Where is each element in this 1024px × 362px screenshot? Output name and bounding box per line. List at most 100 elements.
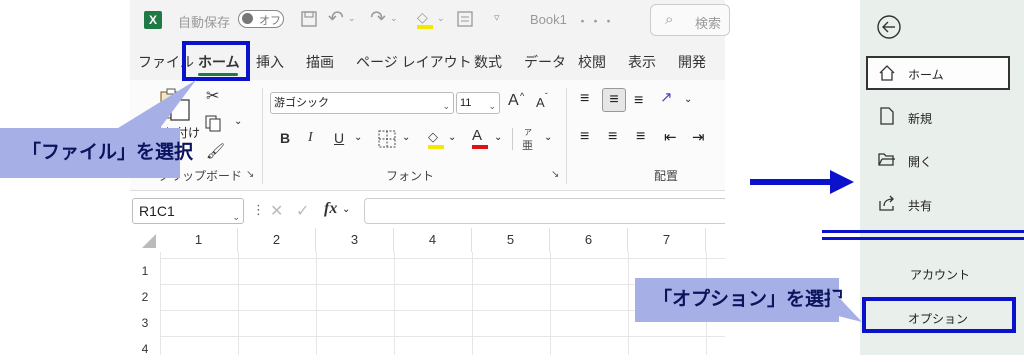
- enter-icon[interactable]: ✓: [296, 201, 309, 221]
- autosave-toggle[interactable]: オフ: [238, 10, 284, 28]
- group-divider: [262, 88, 263, 184]
- insert-function-button[interactable]: fx: [324, 200, 337, 218]
- fill-color-quick-icon[interactable]: ◇: [417, 9, 433, 29]
- backstage-item-account[interactable]: アカウント: [866, 256, 1010, 290]
- save-icon[interactable]: [300, 10, 318, 28]
- backstage-item-open[interactable]: 開く: [866, 143, 1010, 177]
- column-header[interactable]: 6: [550, 228, 628, 252]
- grid-line: [550, 252, 551, 355]
- divider-line: [822, 237, 1024, 240]
- font-name-value: 游ゴシック: [274, 97, 329, 109]
- backstage-item-new[interactable]: 新規: [866, 100, 1010, 134]
- customize-qat-icon[interactable]: ▿: [494, 11, 500, 24]
- options-callout-pointer: [830, 288, 862, 322]
- font-color-icon[interactable]: A: [472, 127, 488, 149]
- preview-icon[interactable]: [456, 10, 474, 28]
- bold-button[interactable]: B: [280, 130, 290, 146]
- borders-dropdown-icon[interactable]: ⌄: [402, 132, 410, 143]
- row-header[interactable]: 4: [130, 336, 160, 362]
- font-size-value: 11: [460, 97, 472, 109]
- font-launcher-icon[interactable]: ↘: [551, 169, 559, 180]
- undo-dropdown-icon[interactable]: ⌄: [348, 13, 356, 24]
- grid-line: [160, 258, 725, 259]
- autosave-state: オフ: [259, 15, 281, 27]
- backstage-item-label: 開く: [908, 155, 933, 169]
- bottom-align-icon[interactable]: ≡: [634, 92, 643, 110]
- tab-insert[interactable]: 挿入: [256, 52, 284, 72]
- align-right-icon[interactable]: ≡: [636, 128, 645, 146]
- font-size-select[interactable]: 11 ⌄: [456, 92, 500, 114]
- fx-dropdown-icon[interactable]: ⌄: [342, 204, 350, 215]
- grid-line: [628, 252, 629, 355]
- borders-icon[interactable]: [378, 130, 396, 148]
- backstage-item-label: ホーム: [908, 68, 944, 82]
- backstage-item-label: 新規: [908, 112, 933, 126]
- right-arrow-icon: [750, 170, 854, 194]
- copy-dropdown-icon[interactable]: ⌄: [234, 116, 242, 127]
- phonetic-guide-label: 亜: [522, 140, 533, 152]
- select-all-corner[interactable]: [130, 228, 160, 252]
- redo-dropdown-icon[interactable]: ⌄: [390, 13, 398, 24]
- search-box[interactable]: ⌕ 検索: [650, 4, 730, 36]
- cancel-icon[interactable]: ✕: [270, 201, 283, 221]
- align-left-icon[interactable]: ≡: [580, 128, 589, 146]
- tab-page-layout[interactable]: ページ レイアウト: [356, 52, 472, 72]
- share-icon: [879, 195, 894, 211]
- more-options-icon[interactable]: ⋮: [252, 202, 265, 218]
- column-header[interactable]: 7: [628, 228, 706, 252]
- column-header[interactable]: 5: [472, 228, 550, 252]
- column-header-partial[interactable]: [706, 228, 725, 252]
- font-name-select[interactable]: 游ゴシック ⌄: [270, 92, 454, 114]
- name-box-value: R1C1: [139, 203, 175, 219]
- grid-line: [238, 252, 239, 355]
- font-group-label: フォント: [386, 169, 435, 183]
- font-color-dropdown-icon[interactable]: ⌄: [494, 132, 502, 143]
- undo-icon[interactable]: ↶: [328, 7, 344, 30]
- row-header[interactable]: 1: [130, 258, 160, 284]
- fill-color-icon[interactable]: ◇: [428, 128, 444, 150]
- middle-align-icon[interactable]: ≡: [602, 88, 626, 112]
- fill-color-dropdown-icon[interactable]: ⌄: [448, 132, 456, 143]
- formula-bar: R1C1 ⌄ ⋮ ✕ ✓ fx ⌄: [130, 196, 725, 226]
- column-header[interactable]: 2: [238, 228, 316, 252]
- column-header[interactable]: 4: [394, 228, 472, 252]
- clipboard-launcher-icon[interactable]: ↘: [246, 169, 254, 180]
- top-align-icon[interactable]: ≡: [580, 90, 589, 108]
- row-header[interactable]: 2: [130, 284, 160, 310]
- fill-dropdown-icon[interactable]: ⌄: [437, 13, 445, 24]
- increase-indent-icon[interactable]: ⇥: [692, 128, 705, 146]
- redo-icon[interactable]: ↷: [370, 7, 386, 30]
- backstage-item-label: 共有: [908, 199, 933, 213]
- tab-data[interactable]: データ: [524, 52, 566, 72]
- tab-formulas[interactable]: 数式: [474, 52, 502, 72]
- group-divider: [566, 88, 567, 184]
- backstage-item-home[interactable]: ホーム: [866, 56, 1010, 90]
- name-box[interactable]: R1C1 ⌄: [132, 198, 244, 224]
- formula-input[interactable]: [364, 198, 725, 224]
- underline-button[interactable]: U: [334, 130, 344, 146]
- column-header[interactable]: 1: [160, 228, 238, 252]
- grow-font-button[interactable]: A: [508, 92, 519, 110]
- column-header[interactable]: 3: [316, 228, 394, 252]
- orientation-icon[interactable]: ↗: [660, 88, 673, 106]
- file-callout: 「ファイル」を選択: [0, 128, 193, 178]
- shrink-font-button[interactable]: A: [536, 95, 545, 110]
- align-center-icon[interactable]: ≡: [608, 128, 617, 146]
- file-name-suffix[interactable]: ・・・: [576, 11, 615, 30]
- divider: [512, 128, 513, 150]
- italic-button[interactable]: I: [308, 130, 313, 146]
- tab-review[interactable]: 校閲: [578, 52, 606, 72]
- row-header[interactable]: 3: [130, 310, 160, 336]
- underline-dropdown-icon[interactable]: ⌄: [354, 132, 362, 143]
- orientation-dropdown-icon[interactable]: ⌄: [684, 94, 692, 105]
- file-name: Book1: [530, 12, 567, 27]
- backstage-item-share[interactable]: 共有: [866, 187, 1010, 221]
- backstage-item-label: アカウント: [910, 268, 971, 282]
- tab-draw[interactable]: 描画: [306, 52, 334, 72]
- back-arrow-icon[interactable]: [876, 14, 902, 40]
- tab-view[interactable]: 表示: [628, 52, 656, 72]
- grid-line: [316, 252, 317, 355]
- decrease-indent-icon[interactable]: ⇤: [664, 128, 677, 146]
- phonetic-dropdown-icon[interactable]: ⌄: [544, 132, 552, 143]
- tab-developer[interactable]: 開発: [678, 52, 706, 72]
